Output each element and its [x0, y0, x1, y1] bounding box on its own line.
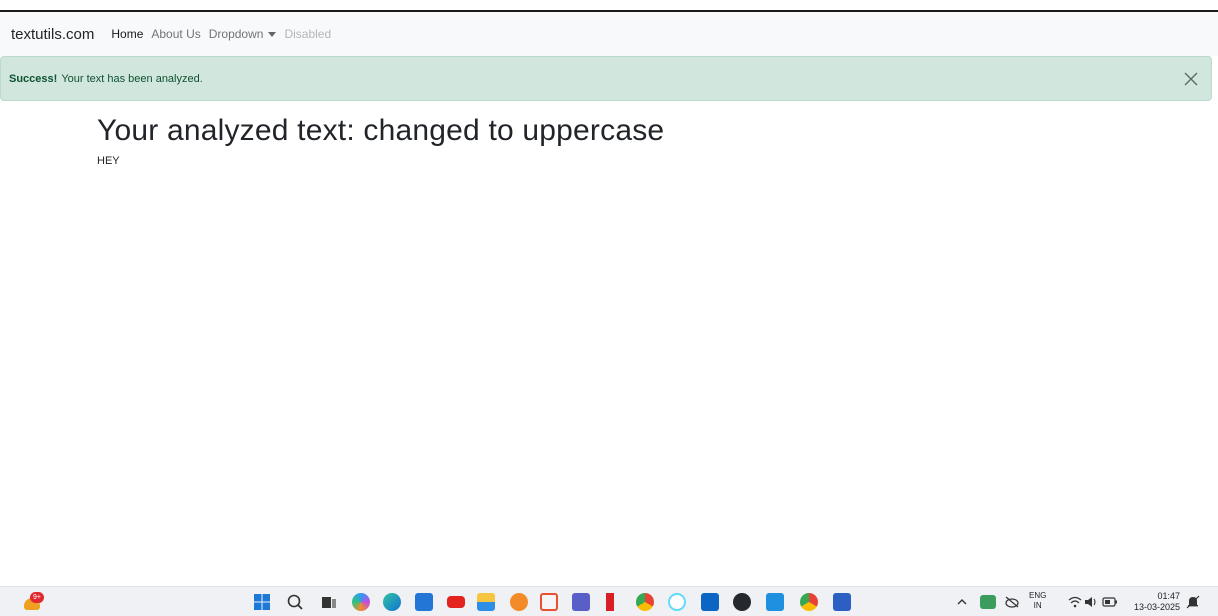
chrome-icon[interactable]: [636, 593, 654, 611]
app-icon[interactable]: [510, 593, 528, 611]
volume-icon[interactable]: [1084, 595, 1098, 609]
nav-dropdown[interactable]: Dropdown: [209, 27, 277, 41]
file-explorer-icon[interactable]: [477, 593, 495, 611]
caret-down-icon: [268, 31, 277, 37]
task-view-icon[interactable]: [320, 593, 338, 611]
lang-bottom: IN: [1033, 601, 1042, 610]
navbar-brand[interactable]: textutils.com: [11, 26, 94, 43]
success-alert: Success! Your text has been analyzed.: [0, 56, 1212, 101]
youtube-icon[interactable]: [447, 596, 465, 608]
nav-home[interactable]: Home: [111, 27, 143, 41]
alert-message: Your text has been analyzed.: [61, 72, 203, 85]
github-icon[interactable]: [733, 593, 751, 611]
react-icon[interactable]: [668, 593, 686, 611]
chevron-up-icon[interactable]: [956, 593, 968, 611]
main-content: Your analyzed text: changed to uppercase…: [97, 114, 664, 167]
page-title: Your analyzed text: changed to uppercase: [97, 114, 665, 147]
wifi-icon[interactable]: [1068, 595, 1082, 609]
clock[interactable]: 01:47 13-03-2025: [1128, 591, 1180, 613]
xampp-icon[interactable]: [540, 593, 558, 611]
navbar: textutils.com Home About Us Dropdown Dis…: [0, 12, 1218, 56]
linkedin-icon[interactable]: [701, 593, 719, 611]
nav-disabled: Disabled: [284, 27, 332, 41]
search-icon[interactable]: [286, 593, 304, 611]
edge-icon[interactable]: [383, 593, 401, 611]
vscode-icon[interactable]: [766, 593, 784, 611]
tray-app-icon[interactable]: [980, 595, 996, 609]
store-icon[interactable]: [415, 593, 433, 611]
copilot-icon[interactable]: [352, 593, 370, 611]
battery-icon[interactable]: [1102, 595, 1118, 609]
analyzed-result: HEY: [97, 155, 120, 167]
nav-about-us[interactable]: About Us: [151, 27, 200, 41]
alert-strong: Success!: [9, 72, 58, 85]
input-language[interactable]: ENG IN: [1029, 591, 1046, 611]
teams-icon[interactable]: [572, 593, 590, 611]
taskbar: 9+ ENG IN 01:47 13-03-2025: [0, 586, 1218, 616]
powershell-icon[interactable]: [833, 593, 851, 611]
weather-widget[interactable]: 9+: [22, 592, 44, 612]
chrome-profile-icon[interactable]: [800, 593, 818, 611]
close-icon[interactable]: [1181, 69, 1201, 89]
netflix-icon[interactable]: [606, 593, 614, 611]
notification-badge: 9+: [30, 592, 44, 603]
windows-start-icon[interactable]: [253, 593, 271, 611]
nav-dropdown-label: Dropdown: [208, 27, 264, 41]
lang-top: ENG: [1029, 591, 1047, 600]
notification-bell-icon[interactable]: [1186, 595, 1200, 609]
tray-status-icon[interactable]: [1004, 595, 1020, 609]
clock-time: 01:47: [1157, 591, 1180, 601]
top-crop-strip: [0, 0, 1218, 12]
clock-date: 13-03-2025: [1133, 602, 1180, 612]
